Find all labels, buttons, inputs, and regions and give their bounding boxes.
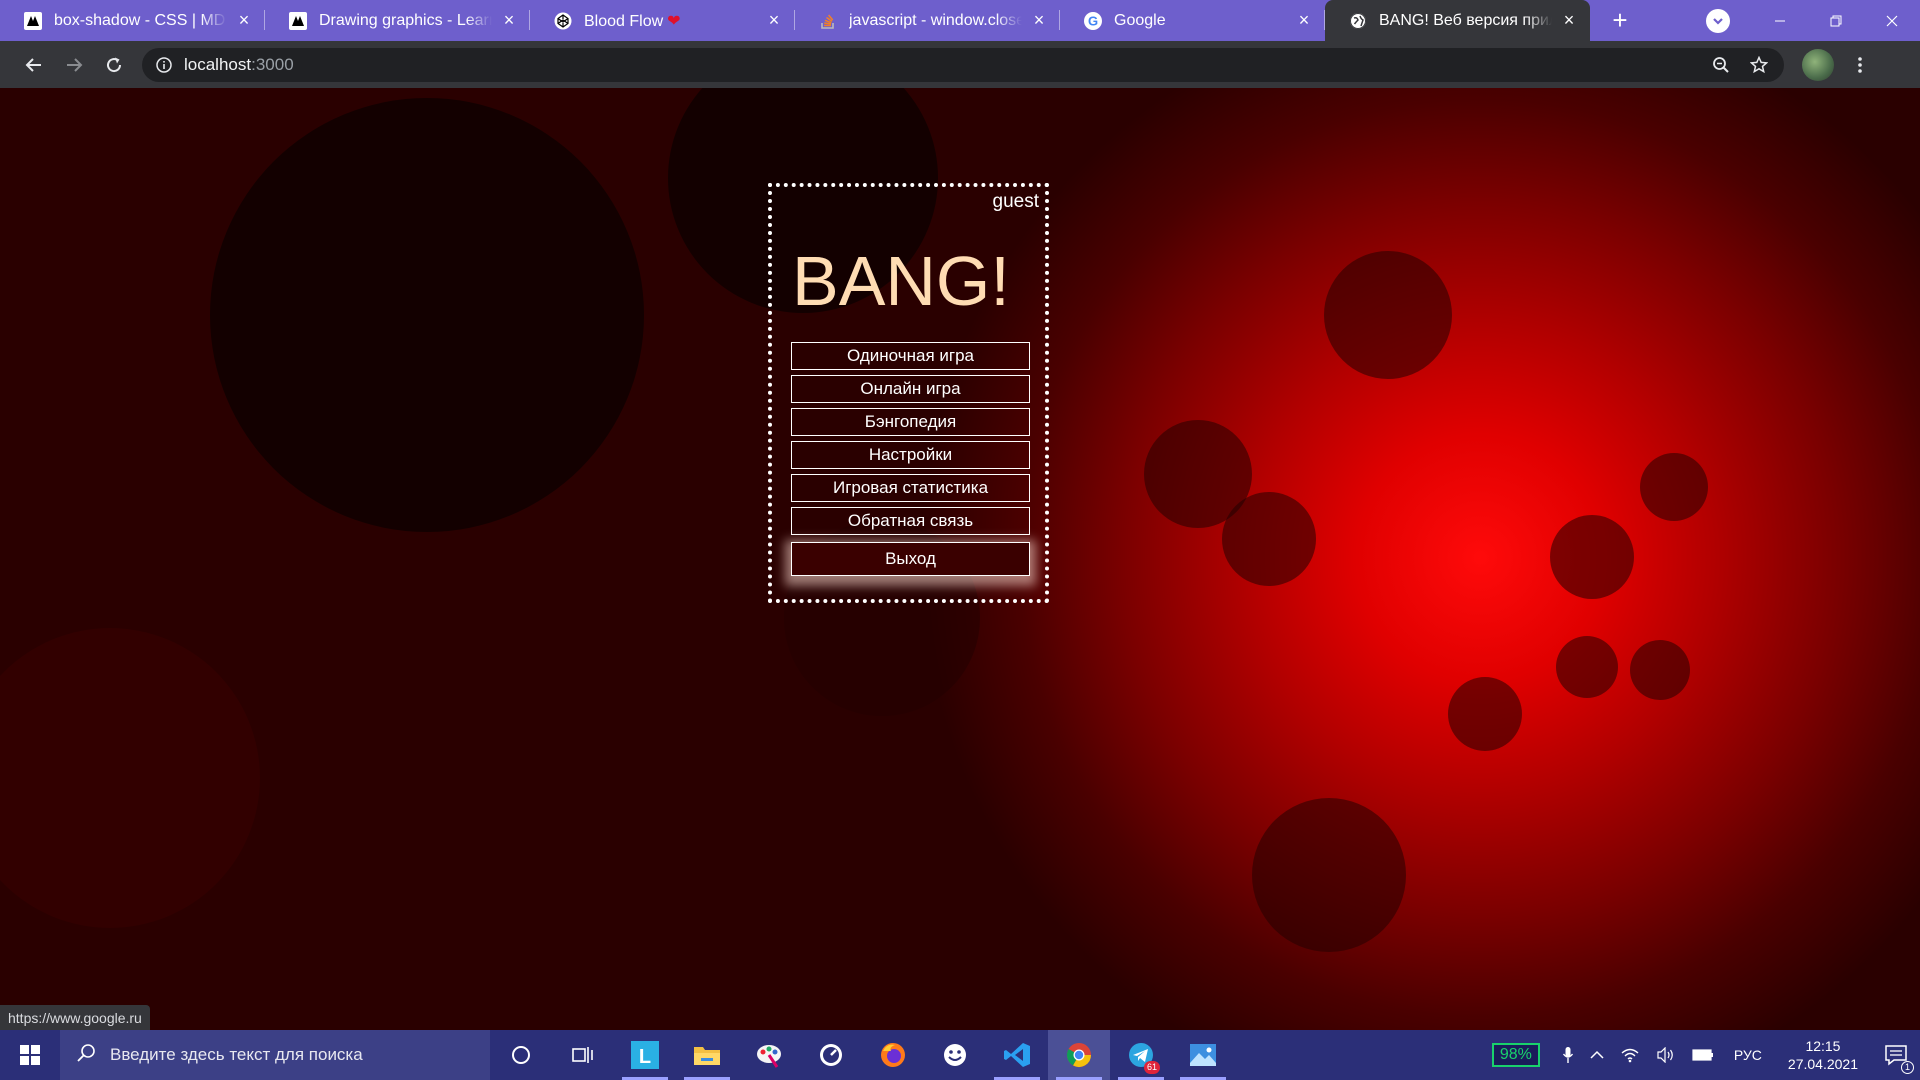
bg-cell <box>210 98 644 532</box>
tab-title: javascript - window.close and self.close <box>849 11 1022 29</box>
smiley-app-icon[interactable] <box>924 1030 986 1080</box>
tab-title: BANG! Веб версия приложения <box>1379 11 1552 29</box>
tab-title: Blood Flow ❤ <box>584 12 681 30</box>
back-arrow-icon[interactable] <box>14 45 54 85</box>
bg-cell <box>1324 251 1452 379</box>
close-tab-icon[interactable]: × <box>235 10 253 30</box>
close-tab-icon[interactable]: × <box>1560 10 1578 30</box>
profile-avatar[interactable] <box>1802 48 1834 81</box>
vscode-icon[interactable] <box>986 1030 1048 1080</box>
game-stats-button[interactable]: Игровая статистика <box>791 474 1030 502</box>
tab-box-shadow-mdn[interactable]: box-shadow - CSS | MDN × <box>0 0 265 41</box>
windows-taskbar: Введите здесь текст для поиска L 61 98% <box>0 1030 1920 1080</box>
main-menu: Одиночная игра Онлайн игра Бэнгопедия На… <box>791 342 1030 581</box>
close-tab-icon[interactable]: × <box>1295 10 1313 30</box>
cortana-icon[interactable] <box>490 1030 552 1080</box>
close-tab-icon[interactable]: × <box>765 10 783 30</box>
chevron-up-icon[interactable] <box>1590 1050 1604 1060</box>
username-label: guest <box>992 191 1039 212</box>
close-tab-icon[interactable]: × <box>1030 10 1048 30</box>
codepen-icon <box>554 12 572 30</box>
battery-percentage[interactable]: 98% <box>1491 1043 1540 1067</box>
minimize-icon[interactable] <box>1752 0 1808 41</box>
status-bar-url: https://www.google.ru <box>0 1005 150 1030</box>
chrome-icon[interactable] <box>1048 1030 1110 1080</box>
tab-drawing-graphics[interactable]: Drawing graphics - Learn web development… <box>265 0 530 41</box>
file-explorer-icon[interactable] <box>676 1030 738 1080</box>
telegram-icon[interactable]: 61 <box>1110 1030 1172 1080</box>
restore-icon[interactable] <box>1808 0 1864 41</box>
more-menu-icon[interactable] <box>1840 45 1880 85</box>
task-view-icon[interactable] <box>552 1030 614 1080</box>
system-tray: 98% РУС 12:15 27.04.2021 1 <box>1491 1030 1920 1080</box>
search-placeholder: Введите здесь текст для поиска <box>110 1045 363 1064</box>
google-icon: G <box>1084 11 1102 30</box>
language-indicator[interactable]: РУС <box>1734 1047 1762 1063</box>
timer-icon[interactable] <box>800 1030 862 1080</box>
battery-icon[interactable] <box>1692 1049 1714 1061</box>
tab-title: Google <box>1114 11 1166 29</box>
address-host: localhost <box>184 54 252 74</box>
notification-center-icon[interactable]: 1 <box>1872 1030 1920 1080</box>
bg-cell <box>1556 636 1618 698</box>
paint-icon[interactable] <box>738 1030 800 1080</box>
microphone-icon[interactable] <box>1562 1046 1574 1064</box>
online-game-button[interactable]: Онлайн игра <box>791 375 1030 403</box>
zoom-icon[interactable] <box>1702 48 1740 82</box>
forward-arrow-icon[interactable] <box>54 45 94 85</box>
browser-toolbar: localhost:3000 <box>0 41 1920 88</box>
clock-time: 12:15 <box>1805 1038 1841 1054</box>
firefox-icon[interactable] <box>862 1030 924 1080</box>
volume-icon[interactable] <box>1656 1047 1676 1063</box>
settings-button[interactable]: Настройки <box>791 441 1030 469</box>
svg-text:G: G <box>1088 13 1098 28</box>
bg-cell <box>1640 453 1708 521</box>
close-tab-icon[interactable]: × <box>500 10 518 30</box>
close-window-icon[interactable] <box>1864 0 1920 41</box>
info-icon[interactable] <box>156 56 172 73</box>
mdn-icon <box>24 11 42 30</box>
photos-icon[interactable] <box>1172 1030 1234 1080</box>
notification-badge: 1 <box>1900 1061 1914 1074</box>
tab-search-icon[interactable] <box>1706 8 1730 33</box>
tab-title: box-shadow - CSS | MDN <box>54 11 227 29</box>
svg-text:L: L <box>639 1046 651 1068</box>
windows-start-icon[interactable] <box>0 1030 60 1080</box>
bg-cell <box>1550 515 1634 599</box>
globe-icon <box>1349 12 1367 30</box>
new-tab-button[interactable]: + <box>1598 0 1642 41</box>
tab-bang-active[interactable]: BANG! Веб версия приложения × <box>1325 0 1590 41</box>
address-bar[interactable]: localhost:3000 <box>142 47 1784 82</box>
bookmark-star-icon[interactable] <box>1740 48 1778 82</box>
l-app-icon[interactable]: L <box>614 1030 676 1080</box>
mdn-icon <box>289 11 307 30</box>
tab-title: Drawing graphics - Learn web development… <box>319 11 492 29</box>
bg-cell <box>0 628 260 928</box>
tab-blood-flow[interactable]: Blood Flow ❤ × <box>530 0 795 41</box>
wifi-icon[interactable] <box>1620 1047 1640 1063</box>
search-icon <box>76 1043 96 1068</box>
game-title: BANG! <box>792 242 1010 320</box>
taskbar-search-input[interactable]: Введите здесь текст для поиска <box>60 1030 490 1080</box>
tab-window-close[interactable]: javascript - window.close and self.close… <box>795 0 1060 41</box>
heart-icon: ❤ <box>667 12 681 30</box>
bg-cell <box>1448 677 1522 751</box>
bangopedia-button[interactable]: Бэнгопедия <box>791 408 1030 436</box>
clock-date: 27.04.2021 <box>1787 1056 1858 1072</box>
bg-cell <box>1222 492 1316 586</box>
clock[interactable]: 12:15 27.04.2021 <box>1788 1037 1858 1073</box>
bang-page: guest BANG! Одиночная игра Онлайн игра Б… <box>0 88 1920 1030</box>
bg-cell <box>1630 640 1690 700</box>
feedback-button[interactable]: Обратная связь <box>791 507 1030 535</box>
address-port: :3000 <box>251 54 294 74</box>
single-player-button[interactable]: Одиночная игра <box>791 342 1030 370</box>
reload-icon[interactable] <box>94 45 134 85</box>
stackoverflow-icon <box>819 12 837 30</box>
main-menu-panel: guest BANG! Одиночная игра Онлайн игра Б… <box>768 183 1049 603</box>
exit-button[interactable]: Выход <box>791 542 1030 576</box>
tab-strip: box-shadow - CSS | MDN × Drawing graphic… <box>0 0 1920 41</box>
telegram-badge: 61 <box>1143 1061 1160 1074</box>
bg-cell <box>1252 798 1406 952</box>
tab-google[interactable]: G Google × <box>1060 0 1325 41</box>
